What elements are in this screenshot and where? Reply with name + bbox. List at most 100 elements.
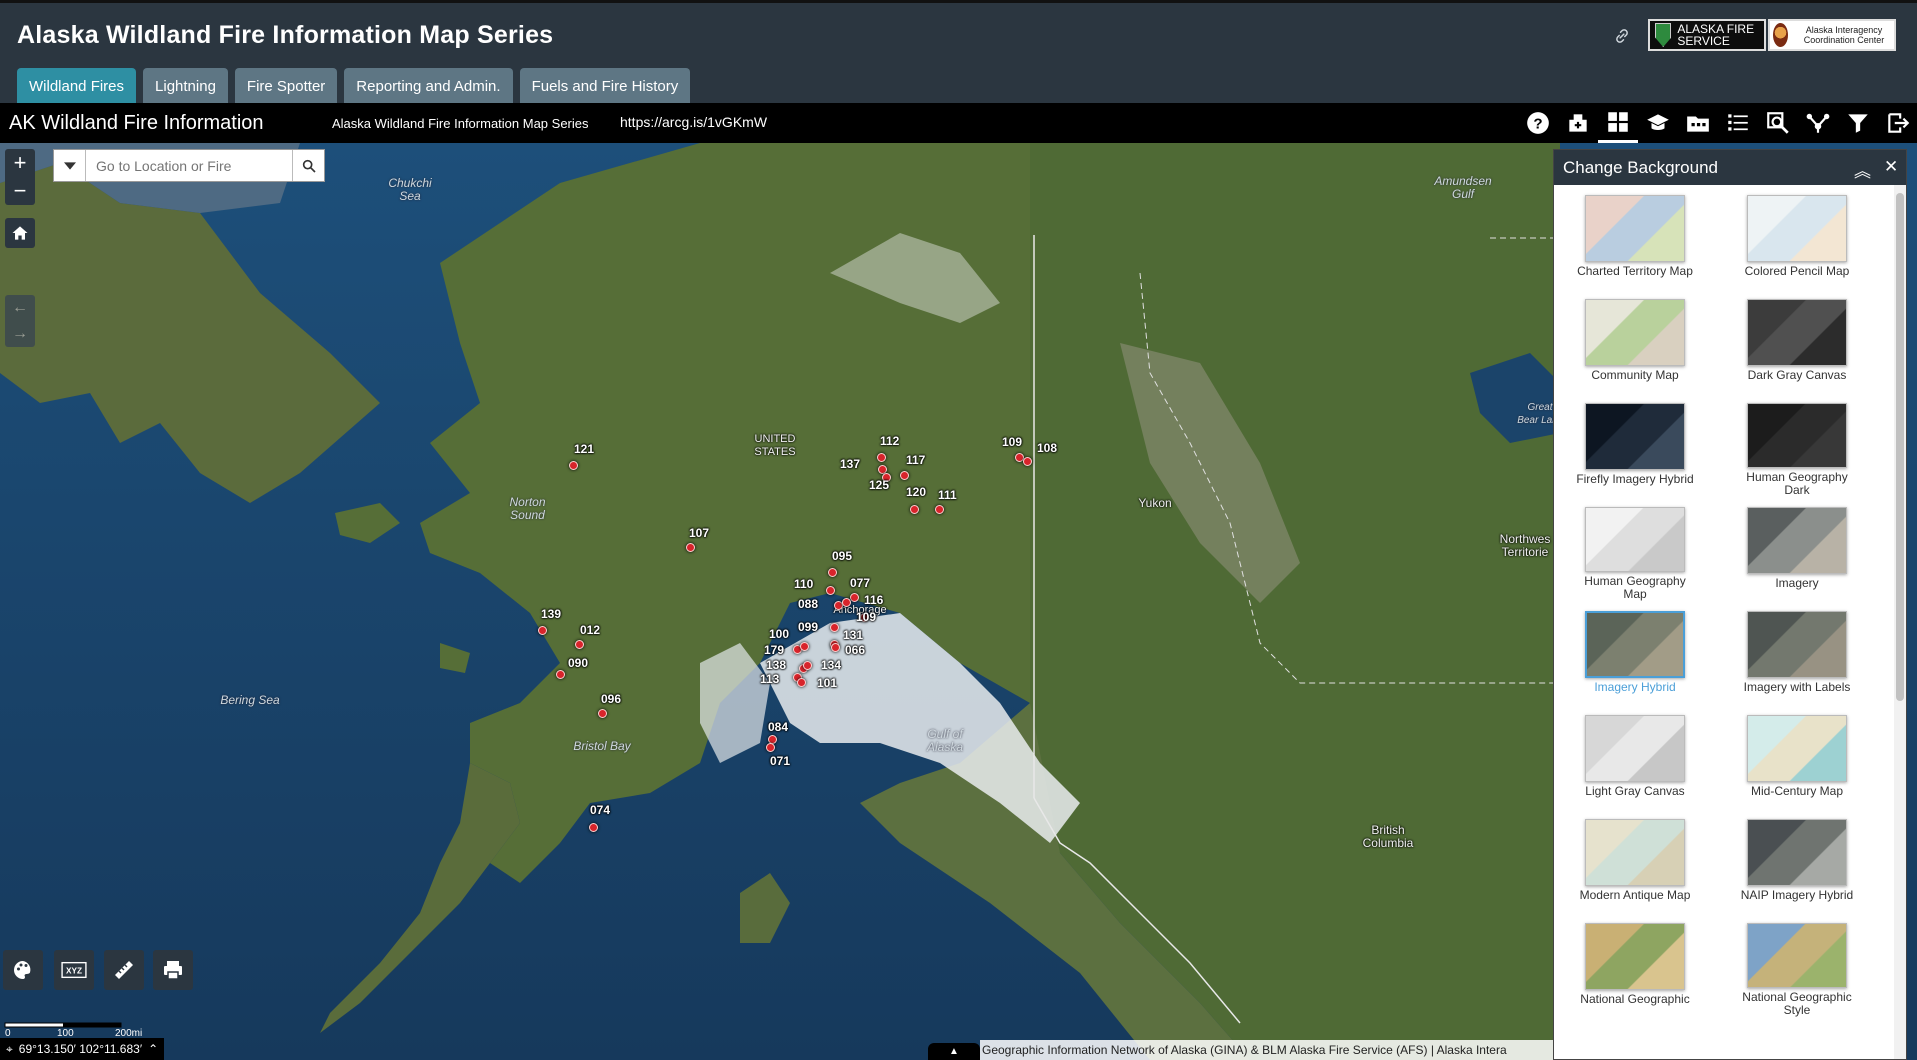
basemap-option[interactable]: Community Map <box>1554 289 1716 393</box>
home-button[interactable] <box>5 218 35 248</box>
layers-folder-icon[interactable] <box>1678 103 1718 143</box>
basemap-option[interactable]: NAIP Imagery Hybrid <box>1716 809 1878 913</box>
search-icon <box>302 159 316 173</box>
fire-marker[interactable] <box>1023 457 1032 466</box>
add-data-icon[interactable] <box>1558 103 1598 143</box>
fire-marker[interactable] <box>556 670 565 679</box>
tab-lightning[interactable]: Lightning <box>143 68 228 106</box>
tab-wildland-fires[interactable]: Wildland Fires <box>17 68 137 106</box>
xyz-coordinate-button[interactable]: XYZ <box>54 950 94 990</box>
basemap-thumbnail <box>1747 819 1847 886</box>
fire-label: 100 <box>769 627 790 641</box>
basemap-option[interactable]: Mid-Century Map <box>1716 705 1878 809</box>
basemap-label: NAIP Imagery Hybrid <box>1740 888 1854 902</box>
collapse-icon[interactable]: ︽ <box>1854 157 1871 182</box>
fire-label: 012 <box>580 623 601 637</box>
basemap-label: Imagery Hybrid <box>1594 680 1676 694</box>
fire-marker[interactable] <box>797 678 806 687</box>
tab-fire-spotter[interactable]: Fire Spotter <box>234 68 338 106</box>
fire-marker[interactable] <box>877 453 886 462</box>
search-source-dropdown[interactable] <box>54 150 86 181</box>
alaska-fire-service-logo: ALASKA FIRE SERVICE <box>1648 19 1766 51</box>
fire-marker[interactable] <box>803 661 812 670</box>
fire-marker[interactable] <box>826 586 835 595</box>
scrollbar-thumb[interactable] <box>1896 193 1904 701</box>
search-button[interactable] <box>292 150 324 181</box>
basemap-thumbnail <box>1747 923 1847 988</box>
filter-icon[interactable] <box>1838 103 1878 143</box>
basemap-option[interactable]: Dark Gray Canvas <box>1716 289 1878 393</box>
fire-marker[interactable] <box>900 471 909 480</box>
legend-icon[interactable] <box>1718 103 1758 143</box>
search-input[interactable] <box>86 150 292 181</box>
fire-label: 095 <box>832 549 853 563</box>
panel-scrollbar[interactable] <box>1894 185 1906 1059</box>
fire-marker[interactable] <box>850 593 859 602</box>
basemap-option[interactable]: Imagery with Labels <box>1716 601 1878 705</box>
fire-marker[interactable] <box>800 642 809 651</box>
panel-title: Change Background <box>1563 157 1719 177</box>
close-icon[interactable]: ✕ <box>1884 157 1898 177</box>
fire-marker[interactable] <box>831 643 840 652</box>
query-icon[interactable] <box>1758 103 1798 143</box>
map-label-yukon: Yukon <box>1138 496 1172 510</box>
basemap-option[interactable]: National Geographic <box>1554 913 1716 1017</box>
basemap-option[interactable]: National Geographic Style <box>1716 913 1878 1017</box>
short-url-link[interactable]: https://arcg.is/1vGKmW <box>620 114 767 130</box>
logo-afs-text: ALASKA FIRE SERVICE <box>1677 22 1755 48</box>
coordinate-readout[interactable]: ⌖ 69°13.150′ 102°11.683′ ⌃ <box>0 1038 165 1060</box>
aicc-logo: Alaska Interagency Coordination Center <box>1768 19 1896 51</box>
basemap-option[interactable]: Firefly Imagery Hybrid <box>1554 393 1716 497</box>
basemap-option[interactable]: Imagery <box>1716 497 1878 601</box>
fire-marker[interactable] <box>935 505 944 514</box>
share-icon[interactable] <box>1798 103 1838 143</box>
fire-marker[interactable] <box>842 598 851 607</box>
fire-label: 108 <box>1037 441 1058 455</box>
map-label-chukchi-sea: Chukchi Sea <box>388 176 432 203</box>
fire-marker[interactable] <box>598 709 607 718</box>
zoom-out-button[interactable]: − <box>5 177 35 205</box>
basemap-option[interactable]: Human Geography Map <box>1554 497 1716 601</box>
measure-button[interactable] <box>104 950 144 990</box>
education-icon[interactable] <box>1638 103 1678 143</box>
fire-marker[interactable] <box>766 743 775 752</box>
chevron-down-icon <box>63 161 76 170</box>
basemap-option[interactable]: Modern Antique Map <box>1554 809 1716 913</box>
basemap-option[interactable]: Light Gray Canvas <box>1554 705 1716 809</box>
xyz-coordinate-icon: XYZ <box>61 961 87 979</box>
help-icon[interactable]: ? <box>1518 103 1558 143</box>
tab-fuels-fire-history[interactable]: Fuels and Fire History <box>519 68 691 106</box>
fire-marker[interactable] <box>686 543 695 552</box>
basemap-option[interactable]: Human Geography Dark <box>1716 393 1878 497</box>
fire-marker[interactable] <box>910 505 919 514</box>
basemap-option[interactable]: Imagery Hybrid <box>1554 601 1716 705</box>
print-button[interactable] <box>153 950 193 990</box>
basemap-thumbnail <box>1747 507 1847 574</box>
basemap-label: Charted Territory Map <box>1577 264 1693 278</box>
chevron-up-icon[interactable]: ⌃ <box>148 1038 158 1060</box>
export-icon[interactable] <box>1878 103 1917 143</box>
basemap-option[interactable]: Charted Territory Map <box>1554 185 1716 289</box>
previous-extent-button[interactable]: ← <box>5 295 35 321</box>
next-extent-button[interactable]: → <box>5 321 35 347</box>
basemap-option[interactable]: Colored Pencil Map <box>1716 185 1878 289</box>
fire-label: 074 <box>590 803 611 817</box>
basemap-thumbnail <box>1585 715 1685 782</box>
link-icon[interactable] <box>1613 27 1633 47</box>
fire-marker[interactable] <box>828 568 837 577</box>
zoom-in-button[interactable]: + <box>5 149 35 177</box>
tab-reporting-admin[interactable]: Reporting and Admin. <box>344 68 513 106</box>
fire-label: 090 <box>568 656 589 670</box>
fire-marker[interactable] <box>538 626 547 635</box>
palette-button[interactable] <box>3 950 43 990</box>
fire-label: 101 <box>817 676 838 690</box>
attribution-toggle[interactable]: ▲ <box>928 1043 980 1060</box>
basemap-thumbnail <box>1747 195 1847 262</box>
fire-label: 179 <box>764 643 785 657</box>
fire-marker[interactable] <box>575 640 584 649</box>
basemap-gallery-icon[interactable] <box>1598 103 1638 143</box>
fire-marker[interactable] <box>830 623 839 632</box>
fire-marker[interactable] <box>589 823 598 832</box>
extent-navigation: ← → <box>5 295 35 347</box>
fire-marker[interactable] <box>569 461 578 470</box>
